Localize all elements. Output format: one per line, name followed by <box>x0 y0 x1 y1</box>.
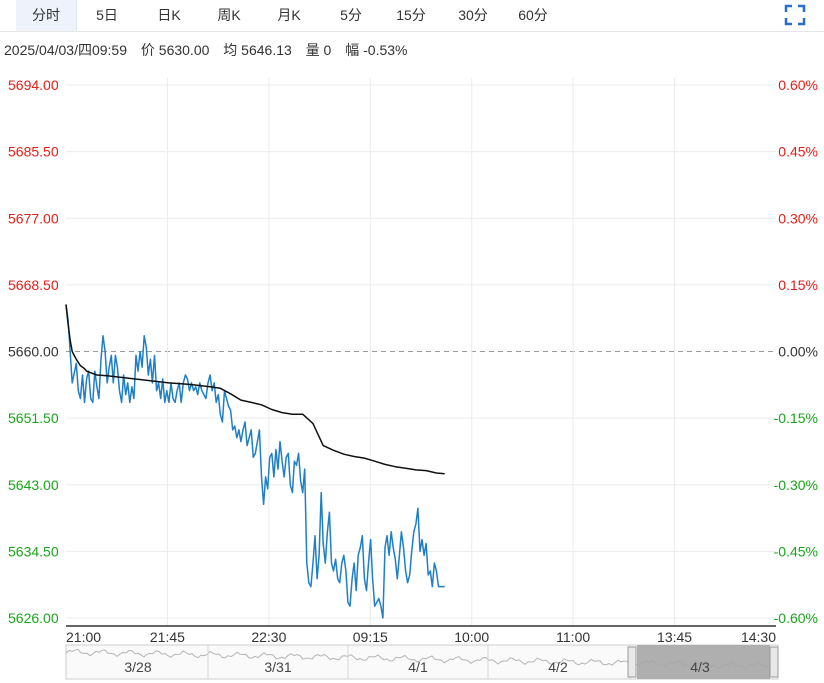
navigator-date-label: 3/31 <box>264 659 291 675</box>
price-tick-label: 5626.00 <box>8 610 59 626</box>
time-tick-label: 11:00 <box>556 629 590 645</box>
time-tick-label: 10:00 <box>454 629 489 645</box>
info-datetime: 2025/04/03/四09:59 <box>4 42 127 58</box>
price-tick-label: 5668.50 <box>8 277 59 293</box>
price-tick-label: 5660.00 <box>8 344 59 360</box>
time-tick-label: 21:45 <box>150 629 185 645</box>
chart-grid <box>66 78 776 626</box>
price-tick-label: 5677.00 <box>8 210 59 226</box>
navigator-handle-left <box>627 646 637 678</box>
price-axis: 5694.00 5685.50 5677.00 5668.50 5660.00 5651.… <box>8 77 59 626</box>
percent-tick-label: 0.30% <box>778 210 818 226</box>
percent-tick-label: -0.30% <box>774 477 818 493</box>
navigator-selection <box>637 645 770 679</box>
intraday-chart[interactable]: 5694.00 5685.50 5677.00 5668.50 5660.00 5651.… <box>0 0 824 683</box>
info-price: 价 5630.00 <box>140 42 210 58</box>
range-navigator: 3/28 3/31 4/1 4/2 4/3 <box>65 644 779 680</box>
percent-tick-label: 0.00% <box>778 344 818 360</box>
navigator-sparkline <box>65 648 778 670</box>
period-tab-bar: 分时 5日 日K 周K 月K 5分 15分 30分 60分 <box>0 0 824 32</box>
navigator-date-label: 4/1 <box>408 659 428 675</box>
tab-60min[interactable]: 60分 <box>508 0 558 31</box>
price-tick-label: 5634.50 <box>8 543 59 559</box>
percent-tick-label: -0.60% <box>774 610 818 626</box>
navigator-date-label: 3/28 <box>124 659 151 675</box>
average-price-line <box>65 304 445 475</box>
navigator-handle-right <box>769 646 779 678</box>
info-avg: 均 5646.13 <box>223 42 292 58</box>
time-axis: 21:00 21:45 22:30 09:15 10:00 11:00 13:45 14:30 <box>66 625 776 645</box>
price-tick-label: 5685.50 <box>8 144 59 160</box>
tab-daily-k[interactable]: 日K <box>146 0 192 31</box>
navigator-date-label: 4/3 <box>690 659 710 675</box>
price-tick-label: 5643.00 <box>8 477 59 493</box>
info-volume: 量 0 <box>305 42 332 58</box>
tab-5min[interactable]: 5分 <box>328 0 374 31</box>
tab-intraday[interactable]: 分时 <box>16 0 77 31</box>
percent-tick-label: 0.60% <box>778 77 818 93</box>
time-tick-label: 13:45 <box>657 629 692 645</box>
percent-tick-label: 0.45% <box>778 144 818 160</box>
price-tick-label: 5651.50 <box>8 410 59 426</box>
chart-lines <box>65 304 445 619</box>
time-tick-label: 09:15 <box>353 629 388 645</box>
tab-30min[interactable]: 30分 <box>448 0 498 31</box>
time-tick-label: 22:30 <box>251 629 286 645</box>
percent-tick-label: 0.15% <box>778 277 818 293</box>
time-tick-label: 21:00 <box>66 629 101 645</box>
tab-15min[interactable]: 15分 <box>388 0 434 31</box>
time-tick-label: 14:30 <box>741 629 776 645</box>
info-change: 幅 -0.53% <box>345 42 408 58</box>
percent-axis: 0.60% 0.45% 0.30% 0.15% 0.00% -0.15% -0.30% -0.… <box>774 77 818 626</box>
percent-tick-label: -0.15% <box>774 410 818 426</box>
price-line <box>65 304 445 619</box>
fullscreen-icon[interactable] <box>784 4 806 26</box>
quote-info-bar: 2025/04/03/四09:59 价 5630.00 均 5646.13 量 … <box>4 40 418 60</box>
percent-tick-label: -0.45% <box>774 543 818 559</box>
tab-5day[interactable]: 5日 <box>84 0 130 31</box>
navigator-date-label: 4/2 <box>548 659 568 675</box>
price-tick-label: 5694.00 <box>8 77 59 93</box>
tab-weekly-k[interactable]: 周K <box>206 0 252 31</box>
tab-monthly-k[interactable]: 月K <box>266 0 312 31</box>
navigator-frame <box>65 644 779 680</box>
